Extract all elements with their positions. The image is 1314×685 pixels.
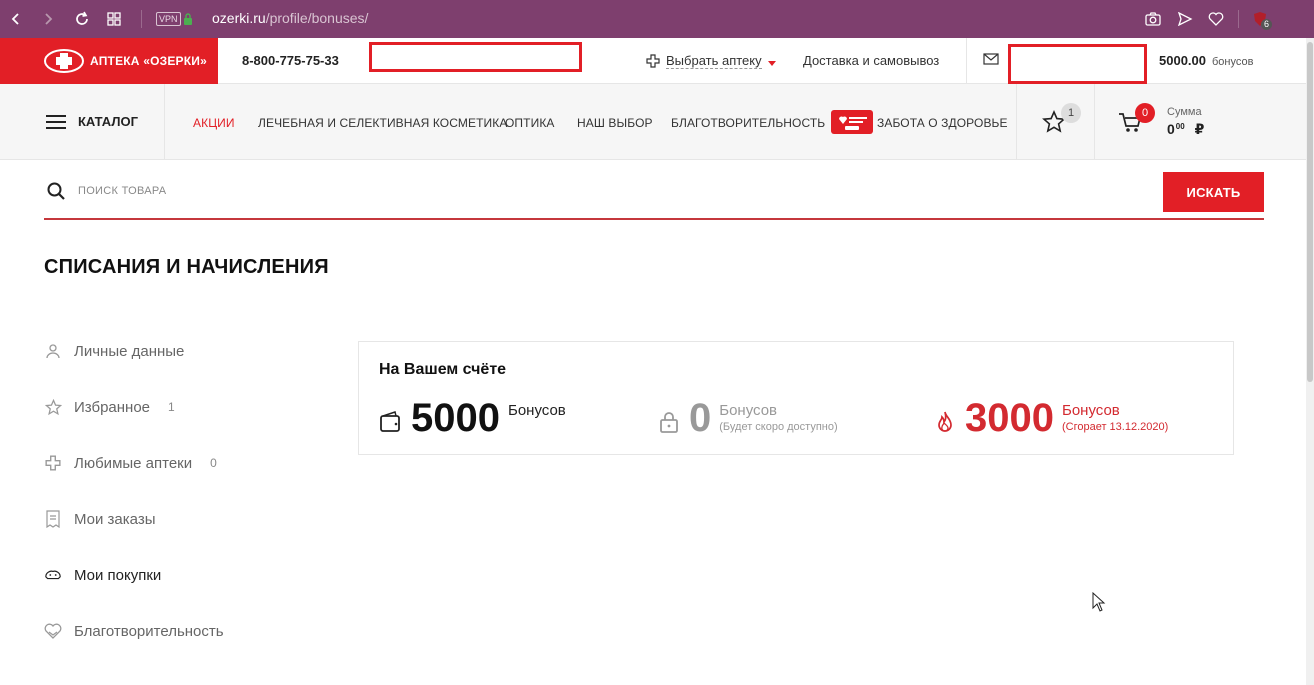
redacted-account <box>1008 44 1147 84</box>
menu-icon <box>46 114 66 129</box>
browser-toolbar: VPN ozerki.ru/profile/bonuses/ 6 <box>0 0 1314 38</box>
available-bonuses: 5000 Бонусов <box>379 396 566 440</box>
purchases-icon <box>44 566 62 584</box>
lock-icon <box>660 412 678 433</box>
chevron-down-icon <box>767 60 776 66</box>
favorites-count-badge: 1 <box>1061 103 1081 123</box>
cart-sum-value[interactable]: 000 ₽ <box>1167 121 1204 138</box>
pending-bonus-value: 0 <box>689 396 712 440</box>
vpn-badge[interactable]: VPN <box>156 12 181 26</box>
header-bonus-amount: 5000.00 <box>1159 53 1206 68</box>
nav-divider-cart <box>1094 84 1095 160</box>
expiring-bonus-label: Бонусов <box>1061 402 1120 419</box>
nav-divider <box>164 84 165 160</box>
charity-icon <box>44 622 62 640</box>
catalog-button[interactable]: КАТАЛОГ <box>46 114 138 129</box>
wallet-icon <box>380 411 400 432</box>
search-bar: ИСКАТЬ <box>44 172 1264 220</box>
choose-pharmacy-button[interactable]: Выбрать аптеку <box>646 53 776 69</box>
site-logo[interactable]: АПТЕКА «ОЗЕРКИ» <box>0 38 218 84</box>
page-scrollbar[interactable] <box>1306 38 1314 685</box>
secure-lock-icon[interactable] <box>183 12 193 25</box>
mail-icon[interactable] <box>983 53 999 65</box>
available-bonus-value: 5000 <box>411 396 500 440</box>
nav-item-cosmetics[interactable]: ЛЕЧЕБНАЯ И СЕЛЕКТИВНАЯ КОСМЕТИКА <box>258 116 507 130</box>
extension-shield-icon[interactable]: 6 <box>1250 9 1273 30</box>
send-icon[interactable] <box>1175 9 1195 29</box>
scrollbar-thumb[interactable] <box>1307 42 1313 382</box>
back-icon[interactable] <box>6 9 26 29</box>
cross-icon <box>44 454 62 472</box>
sidebar-item-label: Любимые аптеки <box>74 454 193 472</box>
bonus-card-title: На Вашем счёте <box>379 361 507 378</box>
address-bar[interactable]: ozerki.ru/profile/bonuses/ <box>212 10 368 26</box>
logo-cross-icon <box>44 49 84 73</box>
star-icon <box>44 398 62 416</box>
available-bonus-label: Бонусов <box>507 402 566 419</box>
phone-link[interactable]: 8-800-775-75-33 <box>242 53 339 68</box>
redacted-field <box>369 42 582 72</box>
logo-text: АПТЕКА «ОЗЕРКИ» <box>90 54 207 68</box>
pending-bonuses: 0 Бонусов (Будет скоро доступно) <box>657 396 838 440</box>
sidebar-item-label: Благотворительность <box>74 622 224 640</box>
currency-symbol: ₽ <box>1194 121 1205 137</box>
forward-icon[interactable] <box>38 9 58 29</box>
camera-icon[interactable] <box>1143 9 1163 29</box>
cart-sum-label: Сумма <box>1167 106 1202 118</box>
header-divider <box>966 38 967 84</box>
sidebar-item-orders[interactable]: Мои заказы <box>44 510 156 528</box>
sidebar-item-count: 1 <box>168 400 175 414</box>
pending-bonus-note: (Будет скоро доступно) <box>719 421 838 433</box>
cart-sum-integer: 0 <box>1167 121 1175 137</box>
nav-item-our-choice[interactable]: НАШ ВЫБОР <box>577 116 653 130</box>
user-icon <box>44 342 62 360</box>
catalog-label: КАТАЛОГ <box>78 114 138 129</box>
sidebar-item-personal-data[interactable]: Личные данные <box>44 342 184 360</box>
heart-icon[interactable] <box>1206 9 1226 29</box>
choose-pharmacy-label: Выбрать аптеку <box>666 53 762 69</box>
delivery-link[interactable]: Доставка и самовывоз <box>803 53 939 68</box>
bonus-balance-card: На Вашем счёте 5000 Бонусов 0 Бонусов (Б… <box>358 341 1234 455</box>
health-care-icon[interactable] <box>831 110 873 134</box>
sidebar-item-label: Избранное <box>74 398 151 416</box>
page-title: СПИСАНИЯ И НАЧИСЛЕНИЯ <box>44 256 329 278</box>
pharmacy-cross-icon <box>646 54 660 68</box>
search-button[interactable]: ИСКАТЬ <box>1163 172 1264 212</box>
expiring-bonuses: 3000 Бонусов (Сгорает 13.12.2020) <box>933 396 1168 440</box>
main-nav: КАТАЛОГ АКЦИИ ЛЕЧЕБНАЯ И СЕЛЕКТИВНАЯ КОС… <box>0 84 1310 160</box>
extension-badge: 6 <box>1261 19 1273 30</box>
sidebar-item-favorite-pharmacies[interactable]: Любимые аптеки 0 <box>44 454 217 472</box>
sidebar-item-charity[interactable]: Благотворительность <box>44 622 224 640</box>
toolbar-separator-right <box>1238 10 1239 28</box>
nav-item-charity[interactable]: БЛАГОТВОРИТЕЛЬНОСТЬ <box>671 116 825 130</box>
tabs-grid-icon[interactable] <box>104 9 124 29</box>
sidebar-item-label: Личные данные <box>74 342 185 360</box>
expiring-bonus-value: 3000 <box>965 396 1054 440</box>
sidebar-item-purchases[interactable]: Мои покупки <box>44 566 161 584</box>
fire-icon <box>938 411 952 432</box>
sidebar-item-label: Мои покупки <box>74 566 162 584</box>
url-host: ozerki.ru <box>212 10 266 26</box>
sidebar-item-favorites[interactable]: Избранное 1 <box>44 398 175 416</box>
expiring-bonus-note: (Сгорает 13.12.2020) <box>1061 421 1169 433</box>
header-bonus-balance[interactable]: 5000.00 бонусов <box>1159 53 1253 68</box>
nav-item-health-care[interactable]: ЗАБОТА О ЗДОРОВЬЕ <box>877 116 1008 130</box>
search-input[interactable] <box>78 180 1138 202</box>
header-bonus-label: бонусов <box>1212 56 1254 68</box>
sidebar-item-count: 0 <box>210 456 217 470</box>
reload-icon[interactable] <box>72 9 92 29</box>
site-top-header: АПТЕКА «ОЗЕРКИ» 8-800-775-75-33 Выбрать … <box>0 38 1314 84</box>
toolbar-separator <box>141 10 142 28</box>
url-path: /profile/bonuses/ <box>265 10 369 26</box>
pending-bonus-label: Бонусов <box>719 402 778 419</box>
mouse-cursor-icon <box>1092 592 1106 612</box>
receipt-icon <box>44 510 62 528</box>
cart-count-badge: 0 <box>1135 103 1155 123</box>
search-icon <box>47 182 65 200</box>
nav-item-promotions[interactable]: АКЦИИ <box>193 116 235 130</box>
cart-sum-cents: 00 <box>1175 122 1185 131</box>
nav-divider-fav <box>1016 84 1017 160</box>
nav-item-optics[interactable]: ОПТИКА <box>505 116 555 130</box>
sidebar-item-label: Мои заказы <box>74 510 156 528</box>
